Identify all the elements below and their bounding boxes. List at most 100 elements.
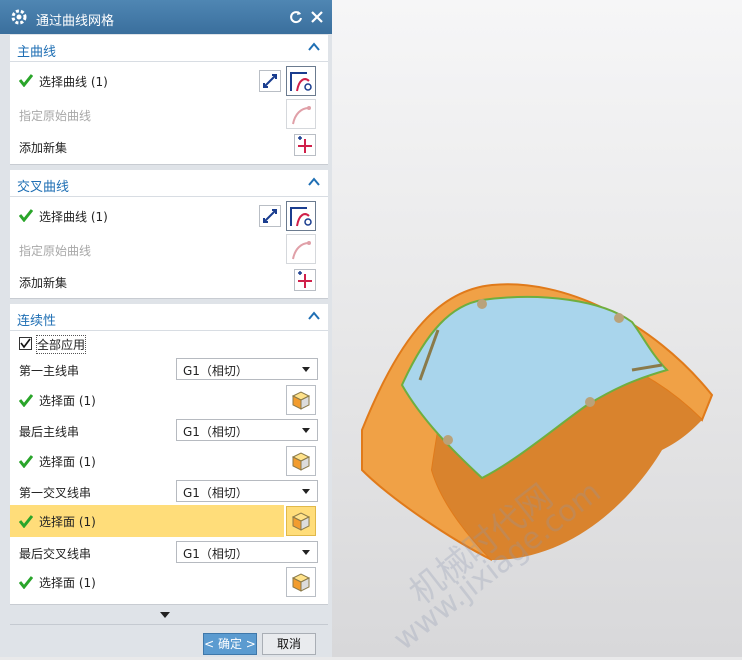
select-face-row-active[interactable]: 选择面 (1) [10,505,328,537]
cross-curves-header[interactable]: 交叉曲线 [10,170,328,196]
select-face-button[interactable] [286,446,316,476]
reverse-direction-icon [263,74,277,88]
continuity-select[interactable]: G1（相切） [176,480,318,502]
chevron-up-icon[interactable] [308,311,320,321]
curve-select-icon [290,72,312,92]
checkmark-icon [19,455,33,468]
apply-all-checkbox[interactable] [19,337,32,350]
node-point [585,397,595,407]
select-face-row[interactable]: 选择面 (1) [10,445,328,477]
primary-curves-group: 主曲线 选择曲线 (1) 指定原始曲线 添加新集 [10,35,328,165]
continuity-select[interactable]: G1（相切） [176,358,318,380]
continuity-header[interactable]: 连续性 [10,304,328,330]
dialog-title: 通过曲线网格 [36,14,115,29]
string-label: 第一主线串 [19,364,80,378]
select-curve-label: 选择曲线 (1) [39,210,108,224]
continuity-row: 最后交叉线串 G1（相切） [10,539,328,565]
face-cube-icon [291,391,311,410]
checkmark-icon [19,515,33,528]
string-label: 最后交叉线串 [19,547,92,561]
apply-all-label: 全部应用 [35,335,87,354]
footer-divider [10,624,328,625]
curve-select-icon [290,207,312,227]
original-curve-icon [292,106,311,125]
select-face-row[interactable]: 选择面 (1) [10,384,328,416]
node-point [477,299,487,309]
continuity-row: 第一交叉线串 G1（相切） [10,478,328,504]
chevron-down-icon [302,550,310,555]
surface-model [361,283,714,561]
graphics-viewport[interactable]: 机械时代网 www.jixiage.com [332,0,742,658]
primary-add-new-set-row: 添加新集 [10,131,328,161]
continuity-value: G1（相切） [183,547,248,561]
select-face-label: 选择面 (1) [39,455,96,469]
chevron-down-icon [302,428,310,433]
checkmark-icon [19,209,33,222]
add-new-set-label: 添加新集 [19,276,68,290]
continuity-select[interactable]: G1（相切） [176,541,318,563]
reverse-direction-button[interactable] [259,205,281,227]
continuity-group: 连续性 全部应用 第一主线串 G1（相切） 选择面 (1) 最后主线串 G1（相… [10,304,328,605]
specify-original-curve-button[interactable] [286,99,316,129]
face-cube-icon [291,573,311,592]
select-face-button[interactable] [286,567,316,597]
primary-curves-header[interactable]: 主曲线 [10,35,328,61]
select-face-button[interactable] [286,506,316,536]
specify-original-curve-label: 指定原始曲线 [19,109,92,123]
continuity-title: 连续性 [17,314,57,329]
checkmark-icon [19,576,33,589]
add-new-set-button[interactable] [294,134,316,156]
cross-add-new-set-row: 添加新集 [10,266,328,296]
select-face-label: 选择面 (1) [39,515,96,529]
checkbox-check-icon [20,338,31,349]
curve-rule-button[interactable] [286,66,316,96]
continuity-select[interactable]: G1（相切） [176,419,318,441]
reset-icon[interactable] [288,9,304,25]
string-label: 第一交叉线串 [19,486,92,500]
continuity-value: G1（相切） [183,425,248,439]
cancel-button[interactable]: 取消 [262,633,316,655]
add-new-set-label: 添加新集 [19,141,68,155]
face-cube-icon [291,452,311,471]
continuity-row: 第一主线串 G1（相切） [10,356,328,382]
cross-curves-group: 交叉曲线 选择曲线 (1) 指定原始曲线 添加新集 [10,170,328,299]
cross-specify-original-row: 指定原始曲线 [10,234,328,264]
reverse-direction-button[interactable] [259,70,281,92]
close-icon[interactable] [309,9,325,25]
continuity-row: 最后主线串 G1（相切） [10,417,328,443]
checkmark-icon [19,74,33,87]
select-curve-label: 选择曲线 (1) [39,75,108,89]
string-label: 最后主线串 [19,425,80,439]
select-face-row[interactable]: 选择面 (1) [10,566,328,598]
chevron-up-icon[interactable] [308,42,320,52]
primary-specify-original-row: 指定原始曲线 [10,99,328,129]
specify-original-curve-button[interactable] [286,234,316,264]
divider [10,196,328,197]
cross-curves-title: 交叉曲线 [17,180,70,195]
checkmark-icon [19,394,33,407]
original-curve-icon [292,241,311,260]
node-point [614,313,624,323]
continuity-value: G1（相切） [183,364,248,378]
reverse-direction-icon [263,209,277,223]
add-set-icon [298,271,312,288]
select-face-button[interactable] [286,385,316,415]
chevron-down-icon [302,489,310,494]
ok-button[interactable]: < 确定 > [203,633,257,655]
chevron-down-icon [302,367,310,372]
add-new-set-button[interactable] [294,269,316,291]
curve-rule-button[interactable] [286,201,316,231]
continuity-value: G1（相切） [183,486,248,500]
face-cube-icon [291,512,311,531]
apply-all-row[interactable]: 全部应用 [10,334,328,354]
add-set-icon [298,136,312,153]
chevron-up-icon[interactable] [308,177,320,187]
gear-icon[interactable] [10,8,28,26]
primary-curves-title: 主曲线 [17,45,57,60]
select-face-label: 选择面 (1) [39,394,96,408]
node-point [443,435,453,445]
primary-select-curve-row[interactable]: 选择曲线 (1) [10,65,328,97]
more-options-icon[interactable] [160,612,170,618]
divider [10,330,328,331]
cross-select-curve-row[interactable]: 选择曲线 (1) [10,200,328,232]
